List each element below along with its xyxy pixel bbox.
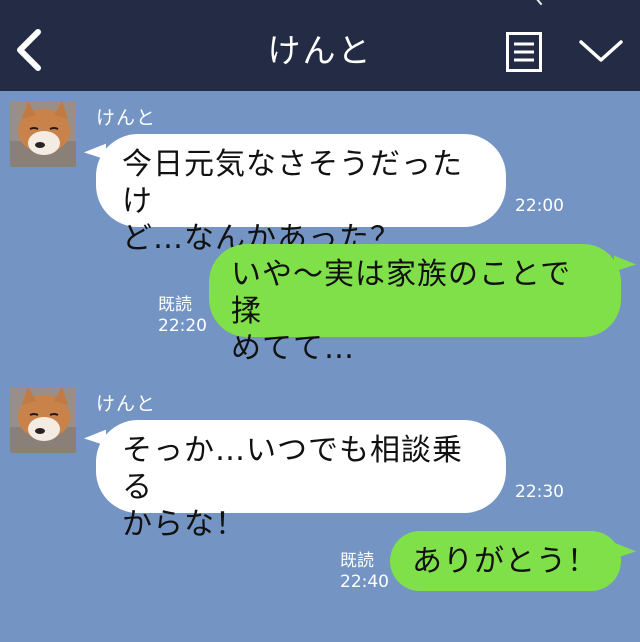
message-time: 22:20: [158, 316, 207, 336]
message-time: 22:00: [515, 196, 564, 216]
status-bar-fragment: [534, 0, 552, 6]
message-time: 22:30: [515, 482, 564, 502]
chevron-down-icon: [579, 40, 623, 62]
chat-title: けんと: [267, 31, 373, 70]
bubble-tail: [614, 535, 636, 559]
read-receipt: 既読 22:40: [340, 551, 389, 593]
dog-avatar-icon: [10, 101, 76, 167]
chat-header: けんと: [0, 0, 640, 91]
message-line: めてて…: [231, 331, 355, 366]
dog-avatar-icon: [10, 387, 76, 453]
message-time: 22:40: [340, 572, 389, 592]
message-bubble[interactable]: 今日元気なさそうだったけ ど…なんかあった？: [96, 134, 506, 256]
message-bubble[interactable]: いや〜実は家族のことで揉 めてて…: [209, 244, 621, 366]
list-icon: [506, 32, 542, 72]
message-line: 今日元気なさそうだったけ: [122, 147, 463, 219]
avatar[interactable]: [10, 101, 76, 167]
sender-name: けんと: [96, 393, 157, 415]
message-line: ありがとう！: [412, 544, 598, 579]
read-receipt: 既読 22:20: [158, 295, 207, 337]
avatar[interactable]: [10, 387, 76, 453]
read-status: 既読: [340, 551, 374, 571]
collapse-button[interactable]: [577, 38, 625, 66]
message-line: そっか…いつでも相談乗る: [122, 433, 463, 505]
message-bubble[interactable]: ありがとう！: [390, 531, 621, 591]
bubble-tail: [614, 248, 636, 272]
sender-name: けんと: [96, 107, 157, 129]
message-line: いや〜実は家族のことで揉: [231, 257, 572, 329]
read-status: 既読: [158, 295, 192, 315]
menu-button[interactable]: [506, 32, 542, 72]
message-bubble[interactable]: そっか…いつでも相談乗る からな！: [96, 420, 506, 542]
